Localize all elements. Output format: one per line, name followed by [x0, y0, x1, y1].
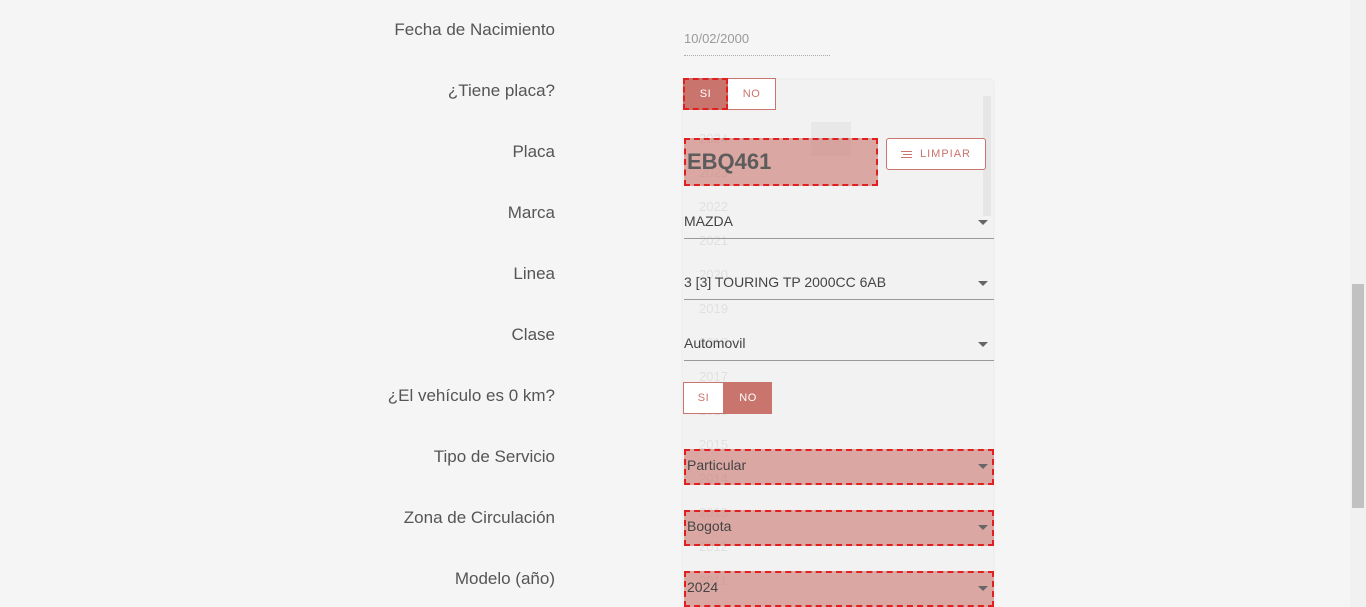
brand-value: MAZDA	[684, 213, 733, 229]
lines-icon	[900, 150, 912, 158]
page-scrollbar[interactable]	[1350, 0, 1366, 607]
plate-input[interactable]: EBQ461	[684, 138, 878, 186]
label-model-year: Modelo (año)	[454, 569, 555, 588]
circulation-zone-value: Bogota	[687, 518, 732, 534]
model-year-value: 2024	[687, 579, 719, 595]
zero-km-yes-button[interactable]: SI	[683, 382, 724, 414]
zero-km-toggle: SI NO	[683, 382, 772, 414]
caret-down-icon	[978, 220, 988, 225]
zero-km-no-button[interactable]: NO	[724, 382, 772, 414]
label-zero-km: ¿El vehículo es 0 km?	[387, 386, 555, 405]
caret-down-icon	[978, 342, 988, 347]
has-plate-no-button[interactable]: NO	[728, 78, 776, 110]
label-service-type: Tipo de Servicio	[433, 447, 555, 466]
plate-value: EBQ461	[687, 149, 772, 174]
line-value: 3 [3] TOURING TP 2000CC 6AB	[684, 274, 887, 290]
class-value: Automovil	[684, 335, 746, 351]
circulation-zone-select[interactable]: Bogota	[684, 510, 994, 546]
clear-button[interactable]: LIMPIAR	[886, 138, 986, 170]
label-circulation-zone: Zona de Circulación	[403, 508, 555, 527]
label-line: Linea	[513, 264, 555, 283]
caret-down-icon	[978, 281, 988, 286]
class-select[interactable]: Automovil	[684, 327, 994, 361]
page-scrollbar-thumb[interactable]	[1352, 284, 1364, 508]
caret-down-icon	[978, 464, 988, 469]
label-has-plate: ¿Tiene placa?	[447, 81, 555, 100]
caret-down-icon	[978, 586, 988, 591]
label-birth-date: Fecha de Nacimiento	[394, 20, 555, 39]
model-year-select[interactable]: 2024	[684, 571, 994, 607]
label-class: Clase	[511, 325, 555, 344]
birth-date-field[interactable]: 10/02/2000	[684, 31, 830, 56]
brand-select[interactable]: MAZDA	[684, 205, 994, 239]
line-select[interactable]: 3 [3] TOURING TP 2000CC 6AB	[684, 266, 994, 300]
clear-button-label: LIMPIAR	[919, 148, 971, 160]
label-brand: Marca	[507, 203, 555, 222]
service-type-select[interactable]: Particular	[684, 449, 994, 485]
caret-down-icon	[978, 525, 988, 530]
has-plate-toggle: SI NO	[683, 78, 776, 110]
label-plate: Placa	[512, 142, 555, 161]
has-plate-yes-button[interactable]: SI	[683, 78, 728, 110]
service-type-value: Particular	[687, 457, 747, 473]
